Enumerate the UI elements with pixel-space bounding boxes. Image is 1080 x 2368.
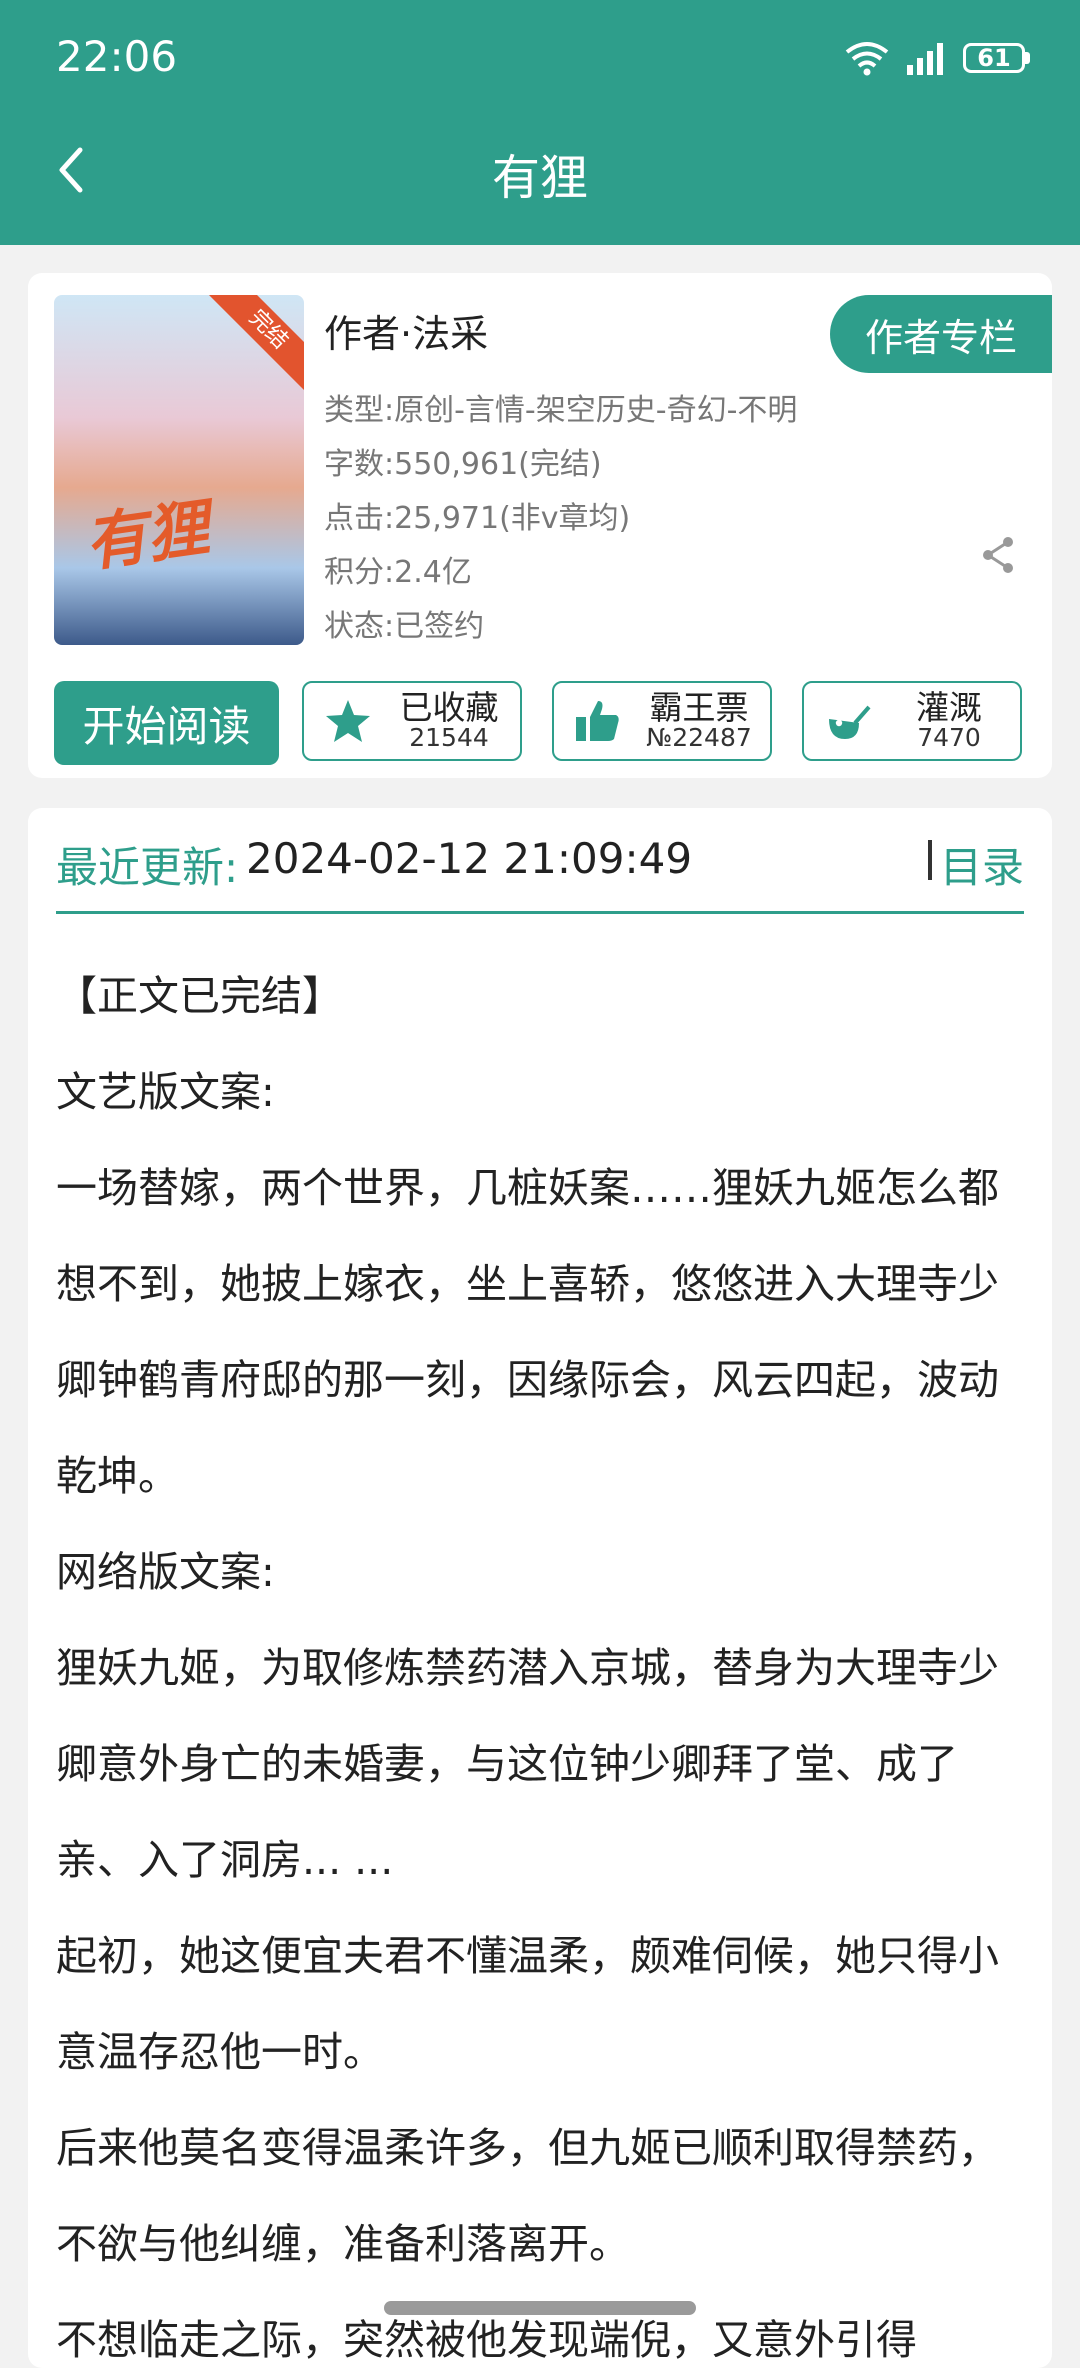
app-header: 22:06 61 有狸 <box>0 0 1080 245</box>
update-label: 最近更新: <box>56 843 239 892</box>
star-icon <box>326 700 370 742</box>
cover-status-tag: 完结 <box>206 295 304 392</box>
status-time: 22:06 <box>56 32 178 81</box>
water-count: 7470 <box>917 723 981 753</box>
watering-can-icon <box>829 705 871 739</box>
intro-paragraph: 狸妖九姬，为取修炼禁药潜入京城，替身为大理寺少卿意外身亡的未婚妻，与这位钟少卿拜… <box>56 1644 999 1884</box>
book-score: 积分:2.4亿 <box>324 555 472 590</box>
book-state: 状态:已签约 <box>324 609 485 644</box>
intro-paragraph: 一场替嫁，两个世界，几桩妖案……狸妖九姬怎么都想不到，她披上嫁衣，坐上喜轿，悠悠… <box>56 1164 999 1500</box>
wifi-icon <box>845 42 889 76</box>
update-time: 2024-02-12 21:09:49 <box>246 834 693 883</box>
water-label: 灌溉 <box>916 687 982 727</box>
battery-icon: 61 <box>963 43 1030 73</box>
catalog-link[interactable]: 目录 <box>940 834 1024 895</box>
thumbs-up-icon <box>576 701 619 741</box>
intro-paragraph: 文艺版文案: <box>56 1068 275 1116</box>
battery-level: 61 <box>963 43 1025 73</box>
intro-paragraph: 网络版文案: <box>56 1548 275 1596</box>
intro-paragraph: 后来他莫名变得温柔许多，但九姬已顺利取得禁药，不欲与他纠缠，准备利落离开。 <box>56 2124 999 2268</box>
ticket-button[interactable]: 霸王票 №22487 <box>552 681 772 761</box>
author-column-button[interactable]: 作者专栏 <box>830 295 1052 373</box>
book-cover[interactable]: 有狸 完结 <box>54 295 304 645</box>
book-intro: 【正文已完结】 文艺版文案: 一场替嫁，两个世界，几桩妖案……狸妖九姬怎么都想不… <box>56 948 1024 2368</box>
cover-title: 有狸 <box>80 490 214 581</box>
catalog-divider <box>928 840 932 880</box>
status-icons: 61 <box>843 40 1030 76</box>
collect-count: 21544 <box>409 723 489 753</box>
intro-paragraph: 起初，她这便宜夫君不懂温柔，颇难伺候，她只得小意温存忍他一时。 <box>56 1932 999 2076</box>
book-intro-card: 最近更新: 2024-02-12 21:09:49 目录 【正文已完结】 文艺版… <box>28 808 1052 2368</box>
author-name[interactable]: 作者·法采 <box>324 303 488 358</box>
latest-update-row: 最近更新: 2024-02-12 21:09:49 目录 <box>56 808 1024 914</box>
page-title: 有狸 <box>491 150 588 206</box>
book-clicks: 点击:25,971(非v章均) <box>324 501 631 536</box>
collect-label: 已收藏 <box>399 687 499 727</box>
ticket-count: №22487 <box>646 723 752 753</box>
collect-button[interactable]: 已收藏 21544 <box>302 681 522 761</box>
share-icon[interactable] <box>980 535 1016 575</box>
book-genre: 类型:原创-言情-架空历史-奇幻-不明 <box>324 393 798 428</box>
intro-paragraph: 【正文已完结】 <box>56 972 343 1020</box>
ticket-label: 霸王票 <box>649 687 749 727</box>
signal-icon <box>907 43 943 75</box>
home-indicator[interactable] <box>384 2301 696 2315</box>
water-button[interactable]: 灌溉 7470 <box>802 681 1022 761</box>
book-info-card: 有狸 完结 作者·法采 作者专栏 类型:原创-言情-架空历史-奇幻-不明 字数:… <box>28 273 1052 778</box>
book-word-count: 字数:550,961(完结) <box>324 447 602 482</box>
start-reading-button[interactable]: 开始阅读 <box>54 681 279 765</box>
